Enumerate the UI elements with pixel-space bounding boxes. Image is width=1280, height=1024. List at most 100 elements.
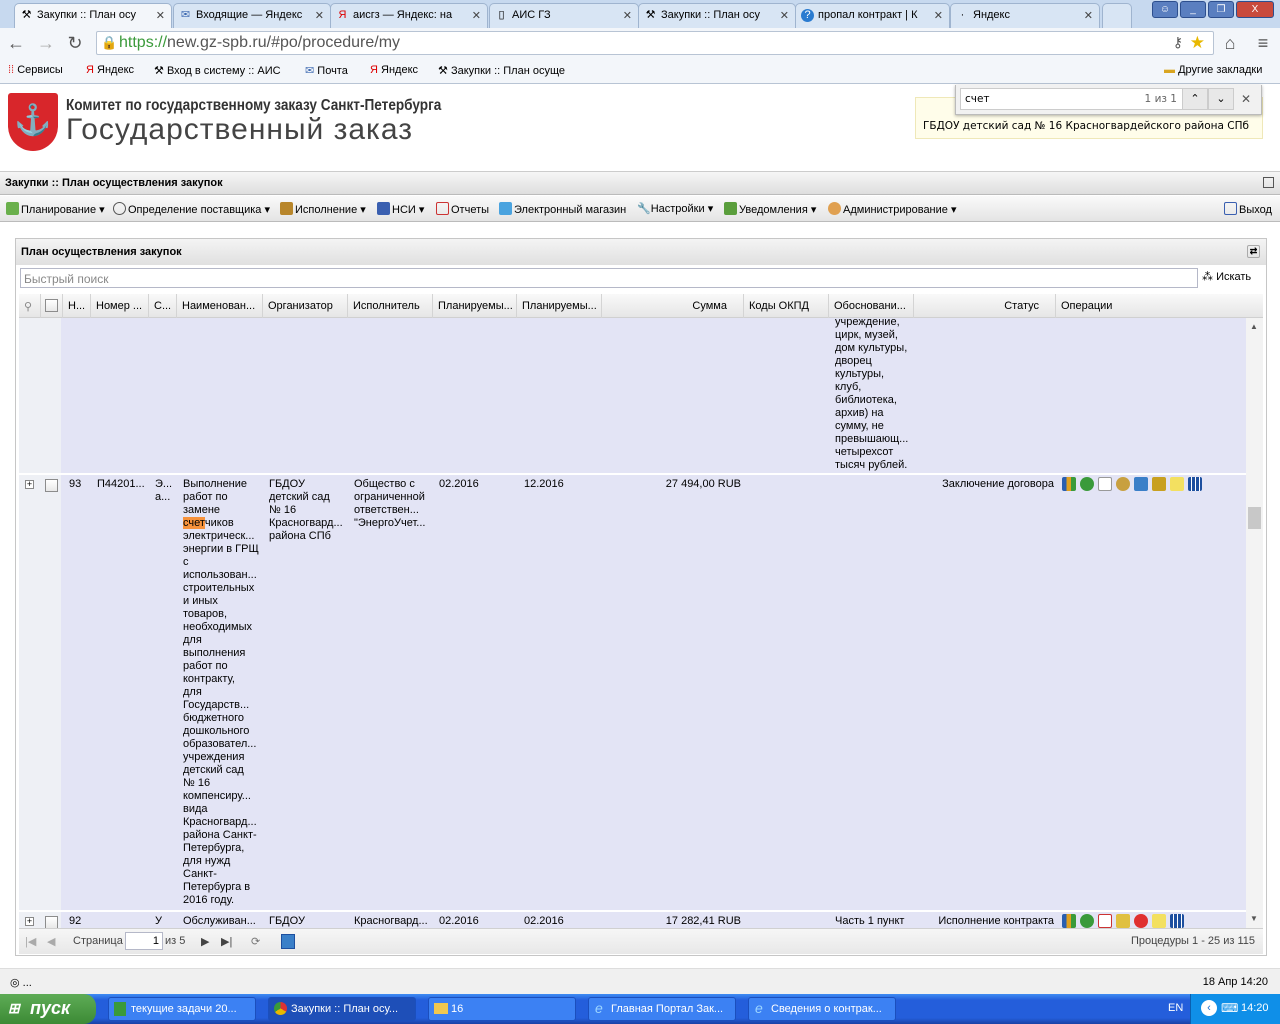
- taskbar-ie-portal[interactable]: e Главная Портал Зак...: [588, 997, 736, 1021]
- taskbar-folder[interactable]: 16: [428, 997, 576, 1021]
- menu-administration[interactable]: Администрирование ▾: [828, 202, 956, 216]
- close-tab-icon[interactable]: ✕: [623, 9, 632, 22]
- gear-icon[interactable]: [1080, 914, 1094, 928]
- back-button[interactable]: ←: [6, 33, 26, 54]
- menu-e-shop[interactable]: Электронный магазин: [499, 202, 626, 216]
- col-basis[interactable]: Обосновани...: [829, 294, 914, 318]
- save-icon[interactable]: [281, 934, 295, 949]
- notes-icon[interactable]: [1152, 914, 1166, 928]
- tab-inbox[interactable]: ✉ Входящие — Яндекс ✕: [173, 3, 331, 28]
- menu-reports[interactable]: Отчеты: [436, 202, 489, 216]
- row-checkbox[interactable]: [45, 479, 58, 492]
- taskbar-excel[interactable]: текущие задачи 20...: [108, 997, 256, 1021]
- tab-yandex[interactable]: · Яндекс ✕: [950, 3, 1100, 28]
- scroll-thumb[interactable]: [1248, 507, 1261, 529]
- gear-icon[interactable]: [1080, 477, 1094, 491]
- find-close-button[interactable]: ✕: [1241, 92, 1251, 106]
- book-icon[interactable]: [1134, 477, 1148, 491]
- close-tab-icon[interactable]: ✕: [780, 9, 789, 22]
- scroll-icon[interactable]: [1152, 477, 1166, 491]
- reload-button[interactable]: ↻: [65, 33, 85, 54]
- page-number-input[interactable]: 1: [125, 932, 163, 950]
- find-previous-button[interactable]: ⌃: [1182, 88, 1208, 110]
- maximize-icon[interactable]: [1263, 177, 1274, 188]
- bookmark-services[interactable]: ⁞⁞ Сервисы: [8, 64, 63, 76]
- start-button[interactable]: ⊞ пуск: [0, 994, 96, 1024]
- col-operations[interactable]: Операции: [1056, 294, 1246, 318]
- close-tab-icon[interactable]: ✕: [472, 9, 481, 22]
- close-tab-icon[interactable]: ✕: [934, 9, 943, 22]
- bookmark-yandex[interactable]: Я Яндекс: [86, 64, 134, 76]
- grid-vertical-scrollbar[interactable]: ▲ ▼: [1246, 318, 1263, 928]
- col-plan-start[interactable]: Планируемы...: [433, 294, 517, 318]
- language-indicator[interactable]: EN: [1168, 1002, 1183, 1014]
- tab-aisgz-search[interactable]: Яаисгз — Яндекс: на ✕: [330, 3, 488, 28]
- bookmark-login[interactable]: ⚒ Вход в систему :: АИС: [154, 64, 281, 77]
- menu-execution[interactable]: Исполнение ▾: [280, 202, 366, 216]
- binders-icon[interactable]: [1170, 914, 1184, 928]
- col-n[interactable]: Н...: [63, 294, 91, 318]
- menu-settings[interactable]: 🔧Настройки ▾: [637, 202, 713, 215]
- scroll-up-icon[interactable]: ▲: [1250, 322, 1258, 331]
- cell-number[interactable]: П44201...: [97, 478, 145, 491]
- col-executor[interactable]: Исполнитель: [348, 294, 433, 318]
- first-page-button[interactable]: |◀: [25, 935, 36, 948]
- menu-notifications[interactable]: Уведомления ▾: [724, 202, 816, 216]
- last-page-button[interactable]: ▶|: [221, 935, 232, 948]
- emblem-icon[interactable]: [1116, 477, 1130, 491]
- search-button[interactable]: ⁂ Искать: [1202, 270, 1251, 283]
- scroll-down-icon[interactable]: ▼: [1250, 914, 1258, 923]
- chart-icon[interactable]: [1062, 477, 1076, 491]
- next-page-button[interactable]: ▶: [201, 935, 209, 948]
- col-name[interactable]: Наименован...: [177, 294, 263, 318]
- col-organizer[interactable]: Организатор: [263, 294, 348, 318]
- col-sum[interactable]: Сумма: [602, 294, 744, 318]
- bookmark-yandex-2[interactable]: Я Яндекс: [370, 64, 418, 76]
- edit-icon[interactable]: [1116, 914, 1130, 928]
- menu-nsi[interactable]: НСИ ▾: [377, 202, 424, 216]
- close-tab-icon[interactable]: ✕: [315, 9, 324, 22]
- forward-button[interactable]: →: [36, 33, 56, 54]
- new-tab-button[interactable]: [1102, 3, 1132, 28]
- close-window-button[interactable]: X: [1236, 1, 1274, 18]
- stop-icon[interactable]: [1134, 914, 1148, 928]
- row-checkbox[interactable]: [45, 916, 58, 928]
- document-icon[interactable]: [1098, 477, 1112, 491]
- filter-icon[interactable]: ⚲: [19, 294, 41, 318]
- home-button[interactable]: ⌂: [1220, 33, 1240, 54]
- taskbar-ie-contracts[interactable]: e Сведения о контрак...: [748, 997, 896, 1021]
- refresh-icon[interactable]: ⟳: [251, 935, 260, 948]
- other-bookmarks[interactable]: ▬ Другие закладки: [1164, 64, 1262, 76]
- tab-zakupki[interactable]: ⚒ Закупки :: План осу ✕: [14, 3, 172, 28]
- col-number[interactable]: Номер ...: [91, 294, 149, 318]
- menu-planning[interactable]: Планирование ▾: [6, 202, 105, 216]
- find-next-button[interactable]: ⌄: [1208, 88, 1234, 110]
- document-icon[interactable]: [1098, 914, 1112, 928]
- close-tab-icon[interactable]: ✕: [1084, 9, 1093, 22]
- bookmark-mail[interactable]: ✉ Почта: [305, 64, 348, 77]
- restore-button[interactable]: ❐: [1208, 1, 1234, 18]
- tab-zakupki-2[interactable]: ⚒ Закупки :: План осу ✕: [638, 3, 796, 28]
- taskbar-chrome[interactable]: Закупки :: План осу...: [268, 997, 416, 1021]
- find-input[interactable]: счет 1 из 1: [960, 88, 1183, 110]
- refresh-panel-icon[interactable]: ⇄: [1247, 245, 1260, 258]
- notes-icon[interactable]: [1170, 477, 1184, 491]
- expand-row-icon[interactable]: +: [25, 917, 34, 926]
- quick-search-input[interactable]: Быстрый поиск: [20, 268, 1198, 288]
- col-plan-end[interactable]: Планируемы...: [517, 294, 602, 318]
- col-s[interactable]: С...: [149, 294, 177, 318]
- key-icon[interactable]: ⚷: [1173, 34, 1183, 51]
- menu-icon[interactable]: ≡: [1253, 33, 1273, 54]
- chart-icon[interactable]: [1062, 914, 1076, 928]
- tab-ais-gz[interactable]: ▯ АИС ГЗ ✕: [489, 3, 639, 28]
- tray-expand-icon[interactable]: ‹: [1201, 1000, 1217, 1016]
- close-tab-icon[interactable]: ✕: [156, 9, 165, 22]
- bookmark-star-icon[interactable]: ★: [1190, 33, 1205, 53]
- bookmark-zakupki[interactable]: ⚒ Закупки :: План осуще: [438, 64, 565, 77]
- prev-page-button[interactable]: ◀: [47, 935, 55, 948]
- tab-lost-contract[interactable]: ? пропал контракт | К ✕: [795, 3, 950, 28]
- minimize-button[interactable]: _: [1180, 1, 1206, 18]
- logout-button[interactable]: Выход: [1224, 202, 1272, 216]
- network-icon[interactable]: ⌨: [1221, 1001, 1238, 1015]
- col-status[interactable]: Статус: [914, 294, 1056, 318]
